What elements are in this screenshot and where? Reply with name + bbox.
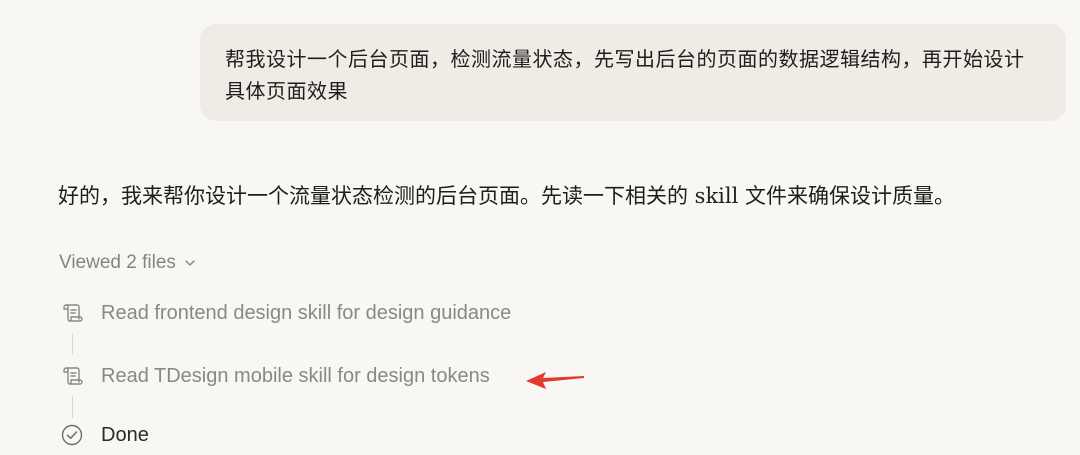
step-item-read-tdesign[interactable]: Read TDesign mobile skill for design tok… bbox=[59, 361, 490, 391]
user-message-bubble: 帮我设计一个后台页面，检测流量状态，先写出后台的页面的数据逻辑结构，再开始设计具… bbox=[200, 24, 1066, 121]
viewed-files-toggle[interactable]: Viewed 2 files bbox=[59, 250, 196, 276]
check-circle-icon bbox=[59, 422, 85, 448]
scroll-icon bbox=[59, 300, 85, 326]
step-label: Read TDesign mobile skill for design tok… bbox=[101, 364, 490, 387]
scroll-icon bbox=[59, 363, 85, 389]
step-label: Done bbox=[101, 423, 149, 446]
assistant-reply: 好的，我来帮你设计一个流量状态检测的后台页面。先读一下相关的 skill 文件来… bbox=[58, 184, 955, 208]
viewed-files-label: Viewed 2 files bbox=[59, 252, 176, 273]
step-item-read-frontend[interactable]: Read frontend design skill for design gu… bbox=[59, 298, 511, 328]
step-connector bbox=[72, 333, 73, 355]
step-item-done: Done bbox=[59, 420, 149, 450]
chevron-down-icon bbox=[185, 260, 195, 266]
annotation-arrow-icon bbox=[526, 372, 584, 389]
user-message-text: 帮我设计一个后台页面，检测流量状态，先写出后台的页面的数据逻辑结构，再开始设计具… bbox=[225, 47, 1025, 103]
step-connector bbox=[72, 396, 73, 418]
step-label: Read frontend design skill for design gu… bbox=[101, 301, 512, 324]
